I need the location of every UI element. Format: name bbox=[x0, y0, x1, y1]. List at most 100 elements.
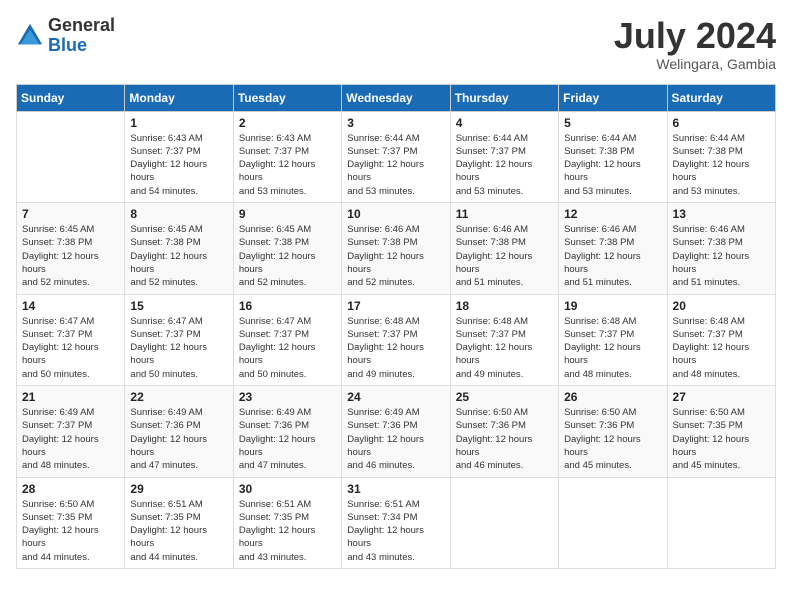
day-info: Sunrise: 6:50 AMSunset: 7:36 PMDaylight:… bbox=[456, 406, 553, 472]
day-info: Sunrise: 6:47 AMSunset: 7:37 PMDaylight:… bbox=[239, 315, 336, 381]
week-row-4: 21 Sunrise: 6:49 AMSunset: 7:37 PMDayligh… bbox=[17, 386, 776, 477]
day-number: 13 bbox=[673, 207, 770, 221]
day-info: Sunrise: 6:49 AMSunset: 7:36 PMDaylight:… bbox=[130, 406, 227, 472]
week-row-5: 28 Sunrise: 6:50 AMSunset: 7:35 PMDayligh… bbox=[17, 477, 776, 568]
calendar-cell: 5Sunrise: 6:44 AMSunset: 7:38 PMDaylight… bbox=[559, 111, 667, 202]
day-number: 27 bbox=[673, 390, 770, 404]
day-number: 4 bbox=[456, 116, 553, 130]
day-info: Sunrise: 6:43 AMSunset: 7:37 PMDaylight:… bbox=[239, 132, 336, 198]
calendar-cell: 3Sunrise: 6:44 AMSunset: 7:37 PMDaylight… bbox=[342, 111, 450, 202]
day-number: 30 bbox=[239, 482, 336, 496]
day-info: Sunrise: 6:44 AMSunset: 7:38 PMDaylight:… bbox=[673, 132, 770, 198]
calendar-cell: 25Sunrise: 6:50 AMSunset: 7:36 PMDayligh… bbox=[450, 386, 558, 477]
location-subtitle: Welingara, Gambia bbox=[614, 56, 776, 72]
day-number: 14 bbox=[22, 299, 119, 313]
day-info: Sunrise: 6:50 AMSunset: 7:35 PMDaylight:… bbox=[22, 498, 119, 564]
day-number: 28 bbox=[22, 482, 119, 496]
calendar-cell: 1 Sunrise: 6:43 AMSunset: 7:37 PMDaylight… bbox=[125, 111, 233, 202]
month-title: July 2024 bbox=[614, 16, 776, 56]
calendar-cell: 10 Sunrise: 6:46 AMSunset: 7:38 PMDayligh… bbox=[342, 203, 450, 294]
calendar-cell: 19Sunrise: 6:48 AMSunset: 7:37 PMDayligh… bbox=[559, 294, 667, 385]
day-info: Sunrise: 6:46 AMSunset: 7:38 PMDaylight:… bbox=[347, 223, 444, 289]
calendar-cell: 18 Sunrise: 6:48 AMSunset: 7:37 PMDayligh… bbox=[450, 294, 558, 385]
day-info: Sunrise: 6:48 AMSunset: 7:37 PMDaylight:… bbox=[673, 315, 770, 381]
day-number: 9 bbox=[239, 207, 336, 221]
header-saturday: Saturday bbox=[667, 84, 775, 111]
day-info: Sunrise: 6:50 AMSunset: 7:36 PMDaylight:… bbox=[564, 406, 661, 472]
calendar-cell: 14 Sunrise: 6:47 AMSunset: 7:37 PMDayligh… bbox=[17, 294, 125, 385]
calendar-cell: 28 Sunrise: 6:50 AMSunset: 7:35 PMDayligh… bbox=[17, 477, 125, 568]
title-area: July 2024 Welingara, Gambia bbox=[614, 16, 776, 72]
week-row-1: 1 Sunrise: 6:43 AMSunset: 7:37 PMDaylight… bbox=[17, 111, 776, 202]
day-number: 15 bbox=[130, 299, 227, 313]
calendar-cell bbox=[450, 477, 558, 568]
day-info: Sunrise: 6:45 AMSunset: 7:38 PMDaylight:… bbox=[239, 223, 336, 289]
day-number: 5 bbox=[564, 116, 661, 130]
calendar-table: SundayMondayTuesdayWednesdayThursdayFrid… bbox=[16, 84, 776, 569]
day-info: Sunrise: 6:49 AMSunset: 7:37 PMDaylight:… bbox=[22, 406, 119, 472]
calendar-cell bbox=[17, 111, 125, 202]
calendar-cell: 12 Sunrise: 6:46 AMSunset: 7:38 PMDayligh… bbox=[559, 203, 667, 294]
header-row: SundayMondayTuesdayWednesdayThursdayFrid… bbox=[17, 84, 776, 111]
day-number: 3 bbox=[347, 116, 444, 130]
calendar-cell: 29 Sunrise: 6:51 AMSunset: 7:35 PMDayligh… bbox=[125, 477, 233, 568]
calendar-cell: 17Sunrise: 6:48 AMSunset: 7:37 PMDayligh… bbox=[342, 294, 450, 385]
logo-general-text: General bbox=[48, 16, 115, 36]
day-number: 2 bbox=[239, 116, 336, 130]
calendar-cell: 6 Sunrise: 6:44 AMSunset: 7:38 PMDaylight… bbox=[667, 111, 775, 202]
day-info: Sunrise: 6:43 AMSunset: 7:37 PMDaylight:… bbox=[130, 132, 227, 198]
day-info: Sunrise: 6:50 AMSunset: 7:35 PMDaylight:… bbox=[673, 406, 770, 472]
calendar-cell: 7 Sunrise: 6:45 AMSunset: 7:38 PMDaylight… bbox=[17, 203, 125, 294]
logo-icon bbox=[16, 22, 44, 50]
day-number: 31 bbox=[347, 482, 444, 496]
logo-blue-text: Blue bbox=[48, 36, 115, 56]
day-number: 20 bbox=[673, 299, 770, 313]
day-info: Sunrise: 6:51 AMSunset: 7:35 PMDaylight:… bbox=[239, 498, 336, 564]
day-number: 18 bbox=[456, 299, 553, 313]
day-info: Sunrise: 6:49 AMSunset: 7:36 PMDaylight:… bbox=[239, 406, 336, 472]
week-row-2: 7 Sunrise: 6:45 AMSunset: 7:38 PMDaylight… bbox=[17, 203, 776, 294]
calendar-cell: 9 Sunrise: 6:45 AMSunset: 7:38 PMDaylight… bbox=[233, 203, 341, 294]
calendar-cell: 4Sunrise: 6:44 AMSunset: 7:37 PMDaylight… bbox=[450, 111, 558, 202]
day-info: Sunrise: 6:45 AMSunset: 7:38 PMDaylight:… bbox=[22, 223, 119, 289]
day-number: 7 bbox=[22, 207, 119, 221]
day-info: Sunrise: 6:46 AMSunset: 7:38 PMDaylight:… bbox=[456, 223, 553, 289]
header-thursday: Thursday bbox=[450, 84, 558, 111]
calendar-cell: 30 Sunrise: 6:51 AMSunset: 7:35 PMDayligh… bbox=[233, 477, 341, 568]
calendar-cell: 20 Sunrise: 6:48 AMSunset: 7:37 PMDayligh… bbox=[667, 294, 775, 385]
day-number: 12 bbox=[564, 207, 661, 221]
day-number: 8 bbox=[130, 207, 227, 221]
day-number: 23 bbox=[239, 390, 336, 404]
day-info: Sunrise: 6:48 AMSunset: 7:37 PMDaylight:… bbox=[347, 315, 444, 381]
calendar-cell: 24 Sunrise: 6:49 AMSunset: 7:36 PMDayligh… bbox=[342, 386, 450, 477]
header-friday: Friday bbox=[559, 84, 667, 111]
day-info: Sunrise: 6:45 AMSunset: 7:38 PMDaylight:… bbox=[130, 223, 227, 289]
day-info: Sunrise: 6:48 AMSunset: 7:37 PMDaylight:… bbox=[564, 315, 661, 381]
day-number: 11 bbox=[456, 207, 553, 221]
logo: General Blue bbox=[16, 16, 115, 56]
day-info: Sunrise: 6:49 AMSunset: 7:36 PMDaylight:… bbox=[347, 406, 444, 472]
day-number: 10 bbox=[347, 207, 444, 221]
day-info: Sunrise: 6:48 AMSunset: 7:37 PMDaylight:… bbox=[456, 315, 553, 381]
day-number: 16 bbox=[239, 299, 336, 313]
day-number: 1 bbox=[130, 116, 227, 130]
day-info: Sunrise: 6:46 AMSunset: 7:38 PMDaylight:… bbox=[564, 223, 661, 289]
calendar-cell bbox=[559, 477, 667, 568]
day-number: 26 bbox=[564, 390, 661, 404]
page-header: General Blue July 2024 Welingara, Gambia bbox=[16, 16, 776, 72]
day-info: Sunrise: 6:47 AMSunset: 7:37 PMDaylight:… bbox=[22, 315, 119, 381]
calendar-cell: 31Sunrise: 6:51 AMSunset: 7:34 PMDayligh… bbox=[342, 477, 450, 568]
calendar-cell: 26 Sunrise: 6:50 AMSunset: 7:36 PMDayligh… bbox=[559, 386, 667, 477]
calendar-cell: 8 Sunrise: 6:45 AMSunset: 7:38 PMDaylight… bbox=[125, 203, 233, 294]
calendar-cell: 2 Sunrise: 6:43 AMSunset: 7:37 PMDaylight… bbox=[233, 111, 341, 202]
day-info: Sunrise: 6:47 AMSunset: 7:37 PMDaylight:… bbox=[130, 315, 227, 381]
day-number: 21 bbox=[22, 390, 119, 404]
calendar-cell: 23 Sunrise: 6:49 AMSunset: 7:36 PMDayligh… bbox=[233, 386, 341, 477]
day-number: 29 bbox=[130, 482, 227, 496]
day-number: 24 bbox=[347, 390, 444, 404]
day-number: 6 bbox=[673, 116, 770, 130]
calendar-cell: 11 Sunrise: 6:46 AMSunset: 7:38 PMDayligh… bbox=[450, 203, 558, 294]
header-monday: Monday bbox=[125, 84, 233, 111]
day-info: Sunrise: 6:51 AMSunset: 7:35 PMDaylight:… bbox=[130, 498, 227, 564]
calendar-cell: 13Sunrise: 6:46 AMSunset: 7:38 PMDayligh… bbox=[667, 203, 775, 294]
